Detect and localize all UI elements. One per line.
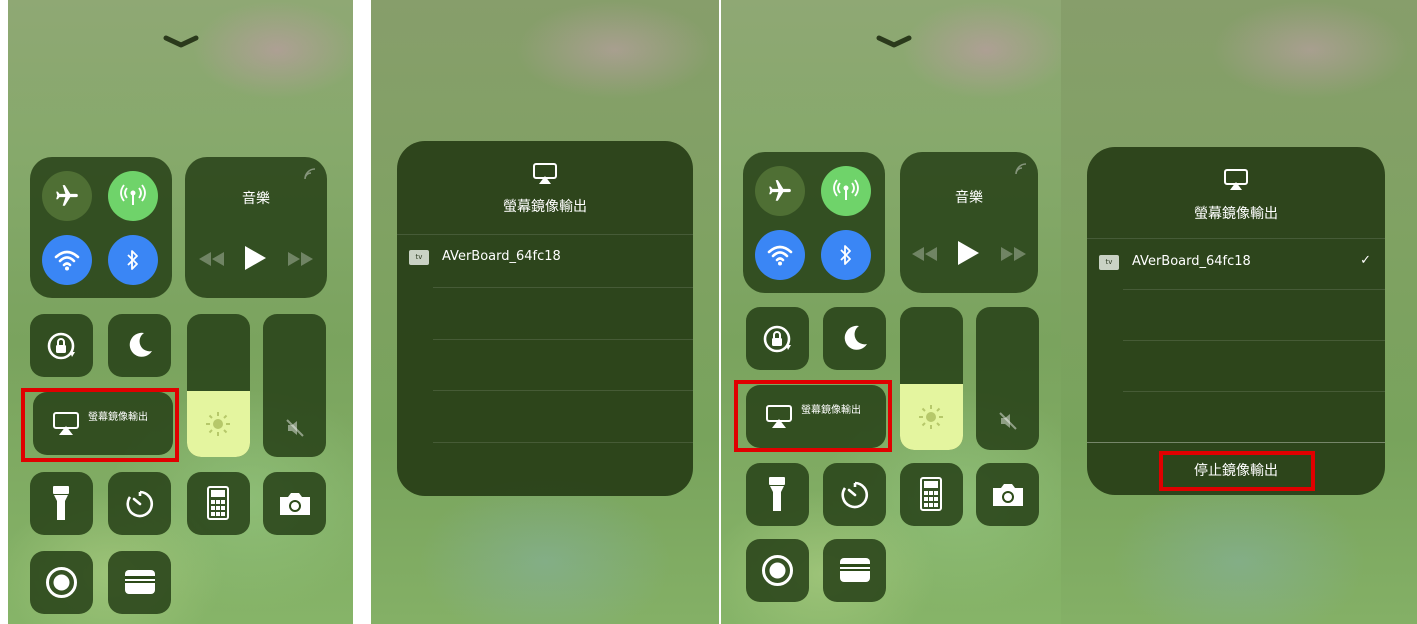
- screen-mirroring-dialog: 螢幕鏡像輸出 tv AVerBoard_64fc18 ✓ 停止鏡像輸出: [1087, 147, 1385, 495]
- highlight-stop-mirroring: [1159, 451, 1315, 491]
- brightness-slider[interactable]: [187, 314, 250, 457]
- connectivity-module: [30, 157, 172, 298]
- music-title: 音樂: [955, 190, 983, 206]
- screen-record-button[interactable]: [746, 539, 809, 602]
- airplay-screen-icon: [533, 163, 557, 184]
- camera-button[interactable]: [976, 463, 1039, 526]
- chevron-down-icon[interactable]: [163, 34, 199, 48]
- wifi-toggle[interactable]: [42, 235, 92, 285]
- wifi-icon: [54, 250, 80, 271]
- volume-slider[interactable]: [976, 307, 1039, 450]
- camera-icon: [993, 484, 1023, 506]
- next-track-icon[interactable]: [287, 252, 313, 266]
- checkmark-icon: ✓: [1360, 253, 1371, 268]
- cellular-data-toggle[interactable]: [108, 171, 158, 221]
- flashlight-button[interactable]: [30, 472, 93, 535]
- highlight-screen-mirroring: [21, 388, 179, 462]
- record-icon: [762, 555, 793, 586]
- speaker-muted-icon: [286, 419, 304, 437]
- bluetooth-toggle[interactable]: [108, 235, 158, 285]
- flashlight-icon: [53, 486, 69, 520]
- device-row[interactable]: tv AVerBoard_64fc18: [397, 235, 693, 287]
- music-module[interactable]: 音樂: [900, 152, 1038, 293]
- timer-button[interactable]: [823, 463, 886, 526]
- previous-track-icon[interactable]: [912, 247, 938, 261]
- panel-control-center-1: 音樂 螢幕鏡像輸出: [8, 0, 353, 624]
- music-module[interactable]: 音樂: [185, 157, 327, 298]
- camera-button[interactable]: [263, 472, 326, 535]
- airplay-audio-icon[interactable]: [1014, 162, 1028, 176]
- rotation-lock-icon: [763, 325, 791, 353]
- wallet-icon: [840, 558, 870, 582]
- timer-button[interactable]: [108, 472, 171, 535]
- bluetooth-icon: [127, 250, 138, 270]
- rotation-lock-button[interactable]: [746, 307, 809, 370]
- dialog-title: 螢幕鏡像輸出: [1194, 206, 1278, 222]
- record-icon: [46, 567, 77, 598]
- volume-slider[interactable]: [263, 314, 326, 457]
- moon-icon: [129, 332, 152, 357]
- calculator-button[interactable]: [187, 472, 250, 535]
- speaker-muted-icon: [999, 412, 1017, 430]
- panel-control-center-2: 音樂 螢幕鏡像輸出: [721, 0, 1061, 624]
- connectivity-module: [743, 152, 885, 293]
- rotation-lock-icon: [47, 332, 75, 360]
- airplane-mode-toggle[interactable]: [755, 166, 805, 216]
- panel-airplay-connected: 螢幕鏡像輸出 tv AVerBoard_64fc18 ✓ 停止鏡像輸出: [1061, 0, 1417, 624]
- moon-icon: [844, 325, 867, 350]
- timer-icon: [126, 490, 154, 518]
- camera-icon: [280, 493, 310, 515]
- calculator-icon: [207, 486, 229, 520]
- screen-mirroring-dialog: 螢幕鏡像輸出 tv AVerBoard_64fc18: [397, 141, 693, 496]
- chevron-down-icon[interactable]: [876, 34, 912, 48]
- flashlight-icon: [769, 477, 785, 511]
- apple-tv-badge: tv: [409, 250, 429, 265]
- timer-icon: [841, 481, 869, 509]
- airplay-screen-icon: [1224, 169, 1248, 190]
- wifi-icon: [767, 245, 793, 266]
- calculator-button[interactable]: [900, 463, 963, 526]
- rotation-lock-button[interactable]: [30, 314, 93, 377]
- airplane-icon: [769, 180, 791, 201]
- cellular-antenna-icon: [833, 179, 859, 200]
- wifi-toggle[interactable]: [755, 230, 805, 280]
- apple-tv-badge: tv: [1099, 255, 1119, 270]
- device-name: AVerBoard_64fc18: [1132, 254, 1251, 269]
- cellular-data-toggle[interactable]: [821, 166, 871, 216]
- device-name: AVerBoard_64fc18: [442, 249, 561, 264]
- bluetooth-toggle[interactable]: [821, 230, 871, 280]
- wallet-button[interactable]: [108, 551, 171, 614]
- calculator-icon: [920, 477, 942, 511]
- bluetooth-icon: [840, 245, 851, 265]
- airplane-mode-toggle[interactable]: [42, 171, 92, 221]
- next-track-icon[interactable]: [1000, 247, 1026, 261]
- airplay-audio-icon[interactable]: [303, 167, 317, 181]
- panel-airplay-list: 螢幕鏡像輸出 tv AVerBoard_64fc18: [371, 0, 719, 624]
- screen-record-button[interactable]: [30, 551, 93, 614]
- sun-icon: [919, 405, 943, 429]
- do-not-disturb-button[interactable]: [823, 307, 886, 370]
- wallet-icon: [125, 570, 155, 594]
- device-row-selected[interactable]: tv AVerBoard_64fc18 ✓: [1087, 239, 1385, 289]
- sun-icon: [206, 412, 230, 436]
- cellular-antenna-icon: [120, 184, 146, 205]
- wallet-button[interactable]: [823, 539, 886, 602]
- dialog-title: 螢幕鏡像輸出: [503, 199, 587, 215]
- music-title: 音樂: [242, 191, 270, 207]
- play-icon[interactable]: [956, 240, 980, 266]
- do-not-disturb-button[interactable]: [108, 314, 171, 377]
- highlight-screen-mirroring: [734, 380, 892, 452]
- flashlight-button[interactable]: [746, 463, 809, 526]
- airplane-icon: [56, 185, 78, 206]
- previous-track-icon[interactable]: [199, 252, 225, 266]
- brightness-slider[interactable]: [900, 307, 963, 450]
- play-icon[interactable]: [243, 245, 267, 271]
